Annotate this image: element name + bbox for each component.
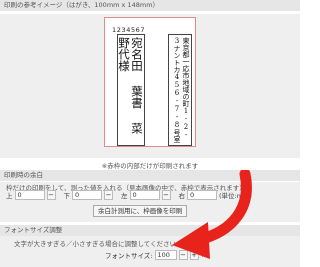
bottom-margin-input[interactable] — [72, 190, 102, 200]
bottom-stepper[interactable]: − — [104, 190, 113, 200]
bottom-label: 下 — [63, 192, 71, 200]
recipient-name: 宛名田 葉書 菜野代様 — [117, 34, 145, 146]
print-area-note: ※赤枠の内部だけが印刷されます — [101, 162, 199, 170]
top-stepper[interactable]: − — [46, 190, 56, 200]
postcard-preview: 1234567 宛名田 葉書 菜野代様 東京都一応市地域の町1-2-3ナントカ4… — [104, 17, 196, 147]
red-arrow-icon — [172, 170, 252, 259]
postal-code: 1234567 — [112, 26, 146, 34]
top-label: 上 — [6, 192, 13, 200]
font-size-label: フォントサイズ: — [105, 252, 153, 260]
top-margin-input[interactable] — [14, 190, 45, 200]
preview-header: 印刷の参考イメージ（はがき、100mm x 148mm） — [0, 0, 300, 11]
left-label: 左 — [121, 192, 128, 200]
recipient-address: 東京都一応市地域の町1-2-3ナントカ456-7-8号室 — [168, 34, 192, 146]
